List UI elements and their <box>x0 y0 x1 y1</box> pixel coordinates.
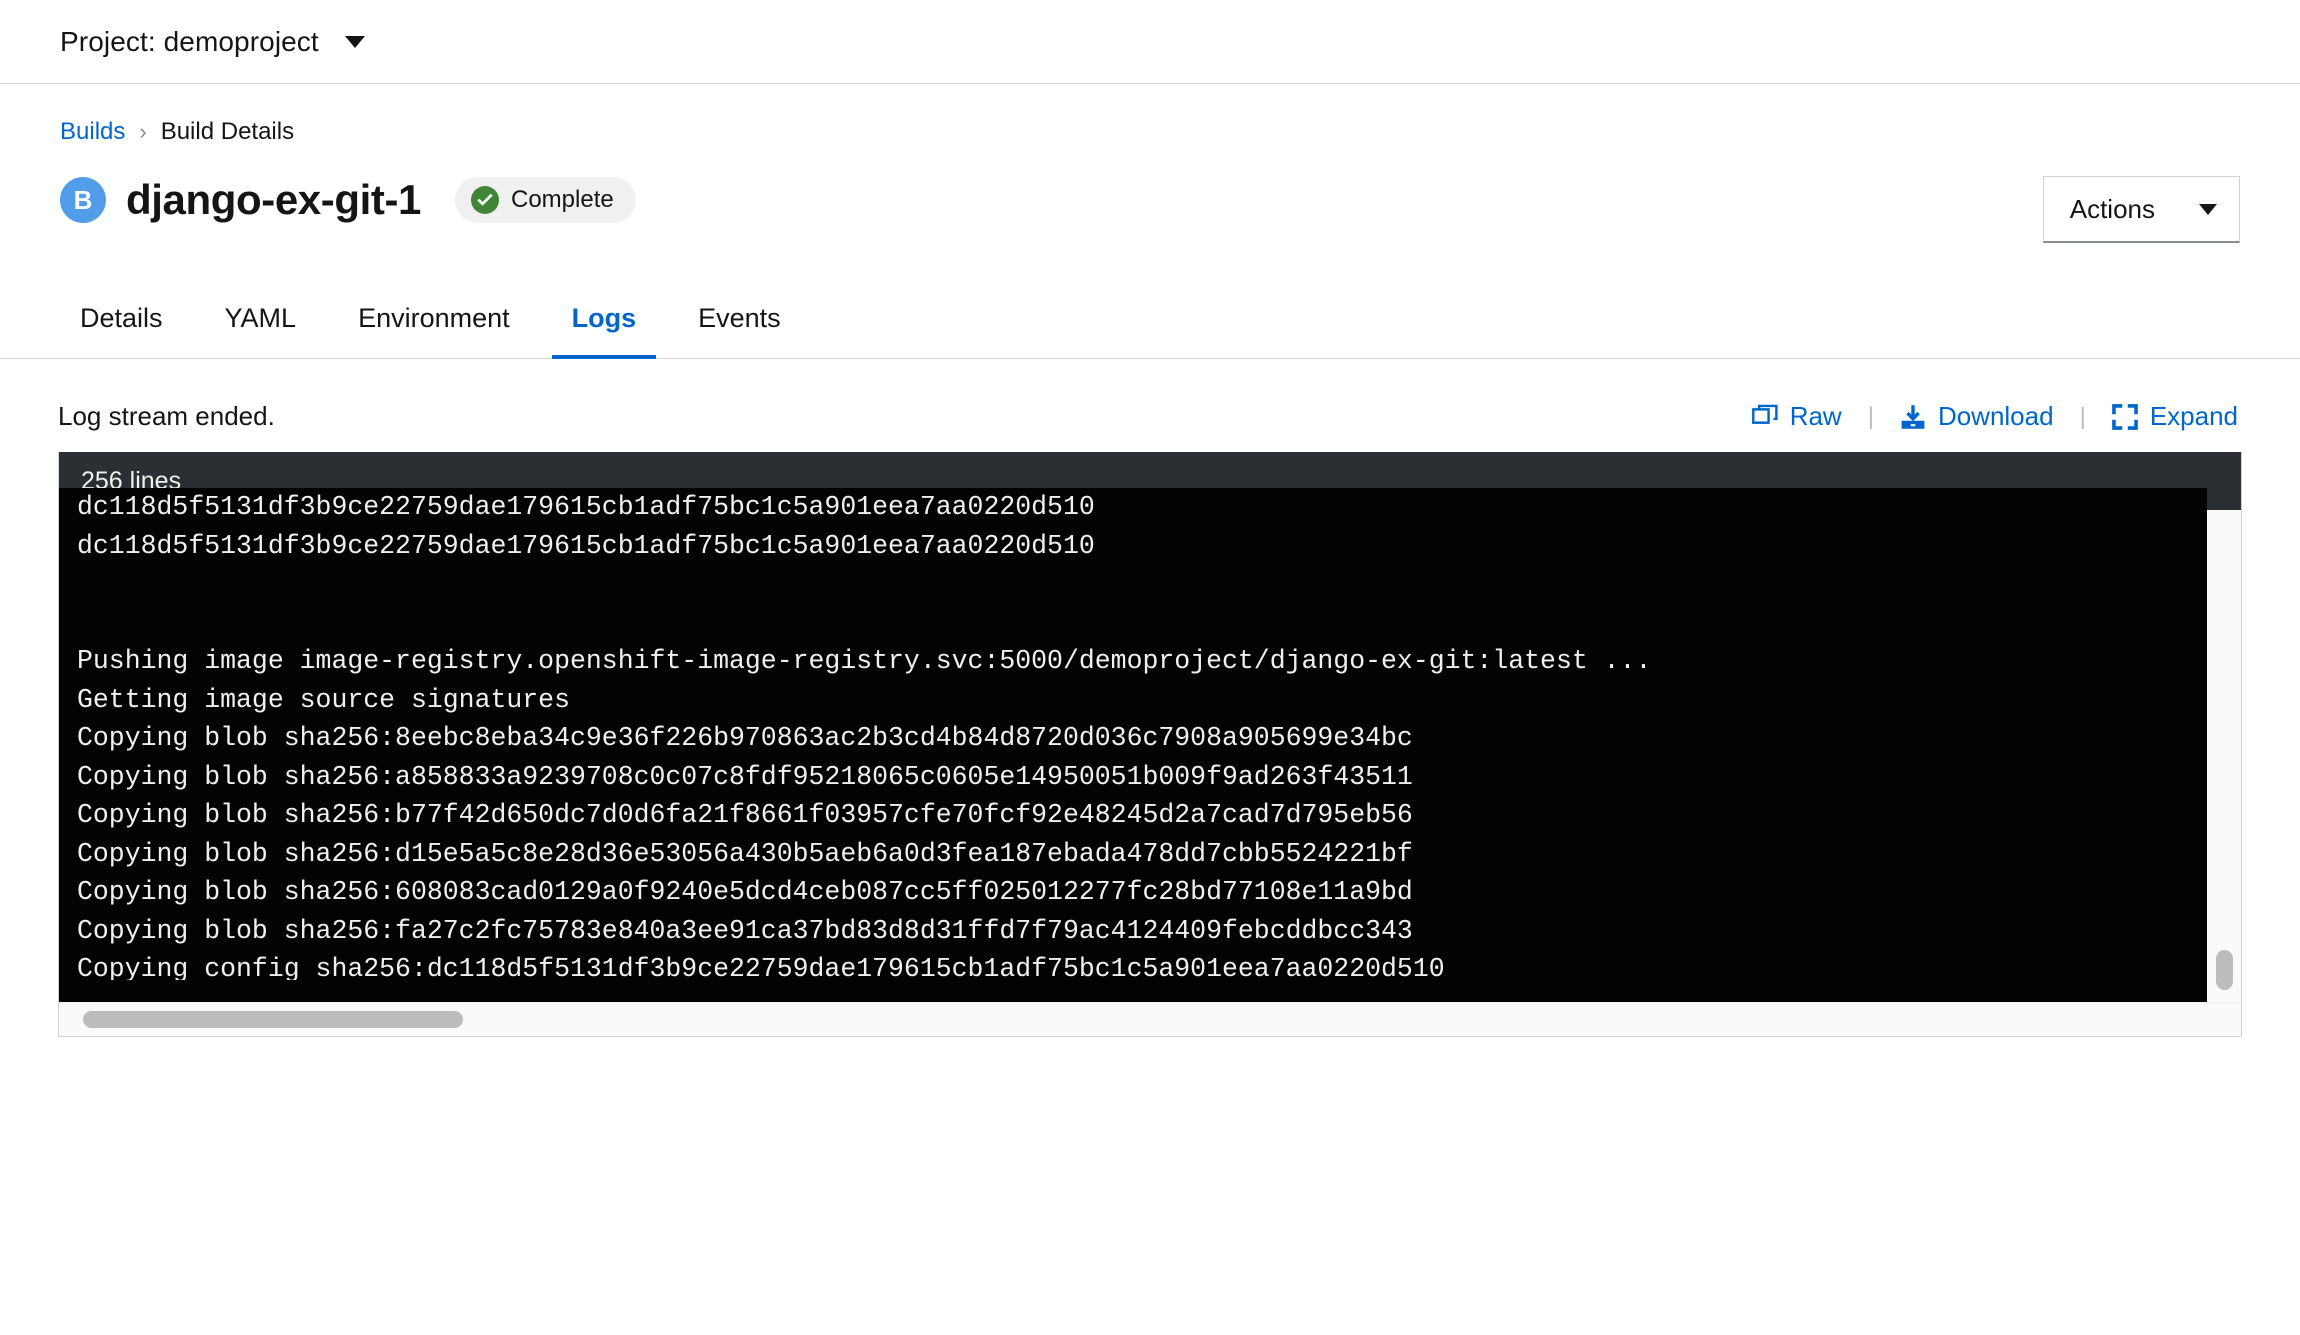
title-group: B django-ex-git-1 Complete <box>60 176 636 224</box>
log-toolbar: Log stream ended. Raw | Download | Expan… <box>58 359 2242 452</box>
tab-details[interactable]: Details <box>60 282 183 359</box>
breadcrumb-link-builds[interactable]: Builds <box>60 118 125 146</box>
page-title: django-ex-git-1 <box>126 176 421 223</box>
log-line: Pushing image image-registry.openshift-i… <box>77 646 1652 676</box>
tab-details-label: Details <box>80 303 163 333</box>
log-line: Copying blob sha256:b77f42d650dc7d0d6fa2… <box>77 800 1413 830</box>
log-vertical-scrollbar[interactable] <box>2207 510 2241 1002</box>
raw-window-icon <box>1751 404 1778 424</box>
chevron-down-icon <box>2199 204 2217 215</box>
log-console: 256 lines dc118d5f5131df3b9ce22759dae179… <box>58 452 2242 1037</box>
status-badge-label: Complete <box>511 186 614 213</box>
expand-link-label: Expand <box>2149 401 2238 431</box>
expand-link[interactable]: Expand <box>2108 401 2242 432</box>
log-vertical-scrollbar-thumb[interactable] <box>2216 950 2233 990</box>
project-selector[interactable]: Project: demoproject <box>60 26 365 58</box>
breadcrumb: Builds › Build Details <box>60 118 2240 146</box>
download-link-label: Download <box>1937 401 2054 431</box>
link-divider-1: | <box>1867 402 1874 430</box>
log-console-viewport: dc118d5f5131df3b9ce22759dae179615cb1adf7… <box>59 488 2241 1002</box>
log-line: Copying blob sha256:d15e5a5c8e28d36e5305… <box>77 838 1413 869</box>
log-horizontal-scrollbar[interactable] <box>59 1002 2241 1036</box>
log-action-links: Raw | Download | Expand <box>1748 401 2242 432</box>
tab-logs-label: Logs <box>571 303 637 333</box>
expand-icon <box>2111 403 2138 430</box>
tab-yaml-label: YAML <box>224 303 297 333</box>
tab-yaml[interactable]: YAML <box>205 282 317 359</box>
tab-logs[interactable]: Logs <box>551 282 657 359</box>
log-horizontal-scrollbar-thumb[interactable] <box>83 1011 463 1028</box>
title-row: B django-ex-git-1 Complete Actions <box>60 176 2240 281</box>
breadcrumb-current: Build Details <box>160 118 295 145</box>
status-badge: Complete <box>455 177 636 223</box>
raw-link-label: Raw <box>1789 401 1842 431</box>
log-line: Copying blob sha256:a858833a9239708c0c07… <box>77 761 1413 792</box>
link-divider-2: | <box>2079 402 2086 430</box>
log-line: dc118d5f5131df3b9ce22759dae179615cb1adf7… <box>77 492 1095 522</box>
log-line: Copying config sha256:dc118d5f5131df3b9c… <box>77 954 1445 980</box>
log-line: Copying blob sha256:608083cad0129a0f9240… <box>77 877 1413 907</box>
actions-button-label: Actions <box>2069 194 2155 224</box>
tab-events-label: Events <box>698 303 781 333</box>
tab-environment[interactable]: Environment <box>338 282 530 359</box>
logs-panel: Log stream ended. Raw | Download | Expan… <box>0 359 2300 1037</box>
tab-events[interactable]: Events <box>678 282 801 359</box>
tab-bar: Details YAML Environment Logs Events <box>0 281 2300 359</box>
log-line: Copying blob sha256:8eebc8eba34c9e36f226… <box>77 723 1413 753</box>
log-line: Getting image source signatures <box>77 684 570 715</box>
log-line: dc118d5f5131df3b9ce22759dae179615cb1adf7… <box>77 530 1095 561</box>
download-link[interactable]: Download <box>1896 401 2058 432</box>
raw-link[interactable]: Raw <box>1748 401 1846 432</box>
log-stream-status: Log stream ended. <box>58 401 275 431</box>
check-circle-icon <box>471 186 499 214</box>
page-header: Builds › Build Details B django-ex-git-1… <box>0 84 2300 281</box>
project-selector-label: Project: demoproject <box>60 25 319 57</box>
project-bar: Project: demoproject <box>0 0 2300 84</box>
actions-button[interactable]: Actions <box>2042 176 2240 243</box>
download-icon <box>1901 404 1925 429</box>
breadcrumb-separator-icon: › <box>139 119 147 144</box>
log-output[interactable]: dc118d5f5131df3b9ce22759dae179615cb1adf7… <box>59 488 2207 980</box>
log-line: Copying blob sha256:fa27c2fc75783e840a3e… <box>77 915 1413 946</box>
caret-down-icon <box>344 35 365 48</box>
tab-environment-label: Environment <box>358 303 510 333</box>
build-resource-icon: B <box>60 177 106 223</box>
